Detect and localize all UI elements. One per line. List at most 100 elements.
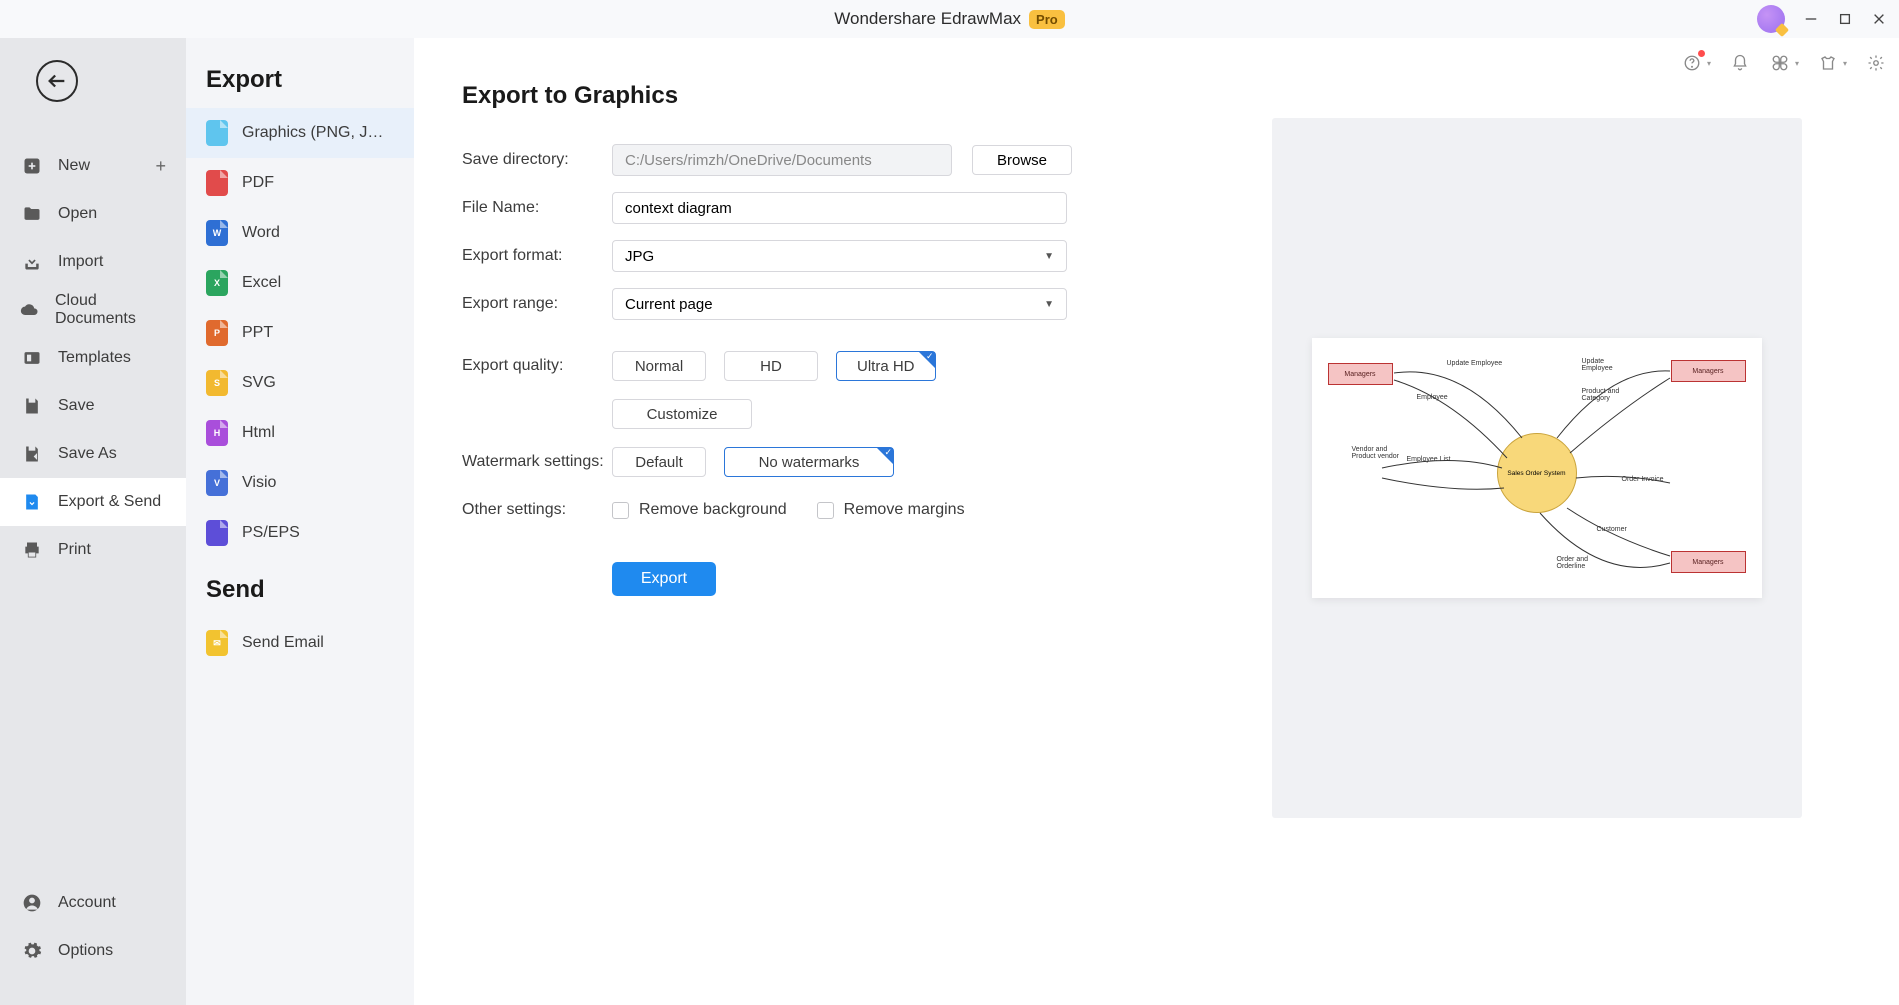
sidebar-label: Export & Send [58, 493, 161, 511]
chevron-down-icon[interactable]: ▾ [1707, 59, 1711, 68]
save-icon [20, 394, 44, 418]
sidebar-label: Templates [58, 349, 131, 367]
preview-edge-label: Vendor and Product vendor [1352, 446, 1407, 460]
bell-icon[interactable] [1729, 52, 1751, 74]
command-icon[interactable] [1769, 52, 1791, 74]
remove-margins-checkbox[interactable]: Remove margins [817, 501, 965, 519]
sidebar-item-open[interactable]: Open [0, 190, 186, 238]
export-type-graphics[interactable]: Graphics (PNG, JPG et... [186, 108, 414, 158]
gear-icon [20, 939, 44, 963]
preview-edge-label: Update Employee [1582, 358, 1624, 372]
sidebar-item-import[interactable]: Import [0, 238, 186, 286]
export-range-select[interactable]: Current page ▼ [612, 288, 1067, 320]
export-type-ppt[interactable]: P PPT [186, 308, 414, 358]
export-type-svg[interactable]: S SVG [186, 358, 414, 408]
quality-hd[interactable]: HD [724, 351, 818, 381]
preview-edge-label: Order Invoice [1622, 476, 1664, 483]
sidebar-item-templates[interactable]: Templates [0, 334, 186, 382]
page-title: Export to Graphics [462, 82, 1174, 110]
quality-ultra-hd[interactable]: Ultra HD [836, 351, 936, 381]
watermark-default[interactable]: Default [612, 447, 706, 477]
sidebar-item-account[interactable]: Account [0, 879, 186, 927]
preview-edges [1312, 338, 1762, 598]
html-icon: H [206, 420, 228, 446]
sidebar-item-saveas[interactable]: Save As [0, 430, 186, 478]
export-type-label: PDF [242, 174, 392, 192]
checkbox-label: Remove margins [844, 501, 965, 519]
maximize-icon[interactable] [1837, 11, 1853, 27]
sidebar-item-cloud[interactable]: Cloud Documents [0, 286, 186, 334]
preview-area: Sales Order System Managers Managers Man… [1174, 38, 1899, 1005]
image-icon [206, 120, 228, 146]
primary-sidebar: New + Open Import Cloud Documents Templa… [0, 38, 186, 1005]
export-type-label: Html [242, 424, 392, 442]
export-button[interactable]: Export [612, 562, 716, 596]
send-email-item[interactable]: ✉ Send Email [186, 618, 414, 668]
export-type-pseps[interactable]: PS/EPS [186, 508, 414, 558]
sidebar-item-print[interactable]: Print [0, 526, 186, 574]
export-type-label: Graphics (PNG, JPG et... [242, 124, 392, 142]
excel-icon: X [206, 270, 228, 296]
send-label: Send Email [242, 634, 392, 652]
sidebar-item-export[interactable]: Export & Send [0, 478, 186, 526]
send-heading: Send [186, 558, 414, 618]
export-type-html[interactable]: H Html [186, 408, 414, 458]
label-file-name: File Name: [462, 199, 612, 217]
pseps-icon [206, 520, 228, 546]
folder-icon [20, 202, 44, 226]
export-type-sidebar: Export Graphics (PNG, JPG et... PDF W Wo… [186, 38, 414, 1005]
export-heading: Export [186, 48, 414, 108]
mail-icon: ✉ [206, 630, 228, 656]
shirt-icon[interactable] [1817, 52, 1839, 74]
sidebar-label: Open [58, 205, 97, 223]
select-value: Current page [625, 296, 713, 313]
preview-edge-label: Product and Category [1582, 388, 1637, 402]
avatar-icon[interactable] [1757, 5, 1785, 33]
quality-normal[interactable]: Normal [612, 351, 706, 381]
label-save-directory: Save directory: [462, 151, 612, 169]
pdf-icon [206, 170, 228, 196]
export-type-label: Word [242, 224, 392, 242]
chevron-down-icon: ▼ [1044, 299, 1054, 310]
file-name-input[interactable] [612, 192, 1067, 224]
export-format-select[interactable]: JPG ▼ [612, 240, 1067, 272]
close-icon[interactable] [1871, 11, 1887, 27]
select-value: JPG [625, 248, 654, 265]
sidebar-label: New [58, 157, 90, 175]
cloud-icon [20, 298, 41, 322]
quality-customize[interactable]: Customize [612, 399, 752, 429]
plus-icon[interactable]: + [155, 156, 166, 177]
preview-frame: Sales Order System Managers Managers Man… [1272, 118, 1802, 818]
print-icon [20, 538, 44, 562]
help-icon[interactable] [1681, 52, 1703, 74]
app-title: Wondershare EdrawMax [834, 9, 1021, 29]
export-type-word[interactable]: W Word [186, 208, 414, 258]
chevron-down-icon[interactable]: ▾ [1795, 59, 1799, 68]
sidebar-label: Account [58, 894, 116, 912]
sidebar-item-new[interactable]: New + [0, 142, 186, 190]
minimize-icon[interactable] [1803, 11, 1819, 27]
export-type-pdf[interactable]: PDF [186, 158, 414, 208]
preview-edge-label: Employee [1417, 394, 1448, 401]
browse-button[interactable]: Browse [972, 145, 1072, 175]
sidebar-label: Cloud Documents [55, 292, 166, 328]
sidebar-label: Print [58, 541, 91, 559]
gear-icon[interactable] [1865, 52, 1887, 74]
remove-background-checkbox[interactable]: Remove background [612, 501, 787, 519]
export-type-label: Visio [242, 474, 392, 492]
export-type-excel[interactable]: X Excel [186, 258, 414, 308]
back-button[interactable] [36, 60, 78, 102]
save-directory-input[interactable] [612, 144, 952, 176]
plus-square-icon [20, 154, 44, 178]
chevron-down-icon[interactable]: ▾ [1843, 59, 1847, 68]
label-other: Other settings: [462, 501, 612, 519]
templates-icon [20, 346, 44, 370]
export-type-label: SVG [242, 374, 392, 392]
checkbox-icon [817, 502, 834, 519]
sidebar-item-save[interactable]: Save [0, 382, 186, 430]
sidebar-label: Import [58, 253, 103, 271]
export-type-visio[interactable]: V Visio [186, 458, 414, 508]
label-export-quality: Export quality: [462, 357, 612, 375]
sidebar-item-options[interactable]: Options [0, 927, 186, 975]
watermark-none[interactable]: No watermarks [724, 447, 894, 477]
